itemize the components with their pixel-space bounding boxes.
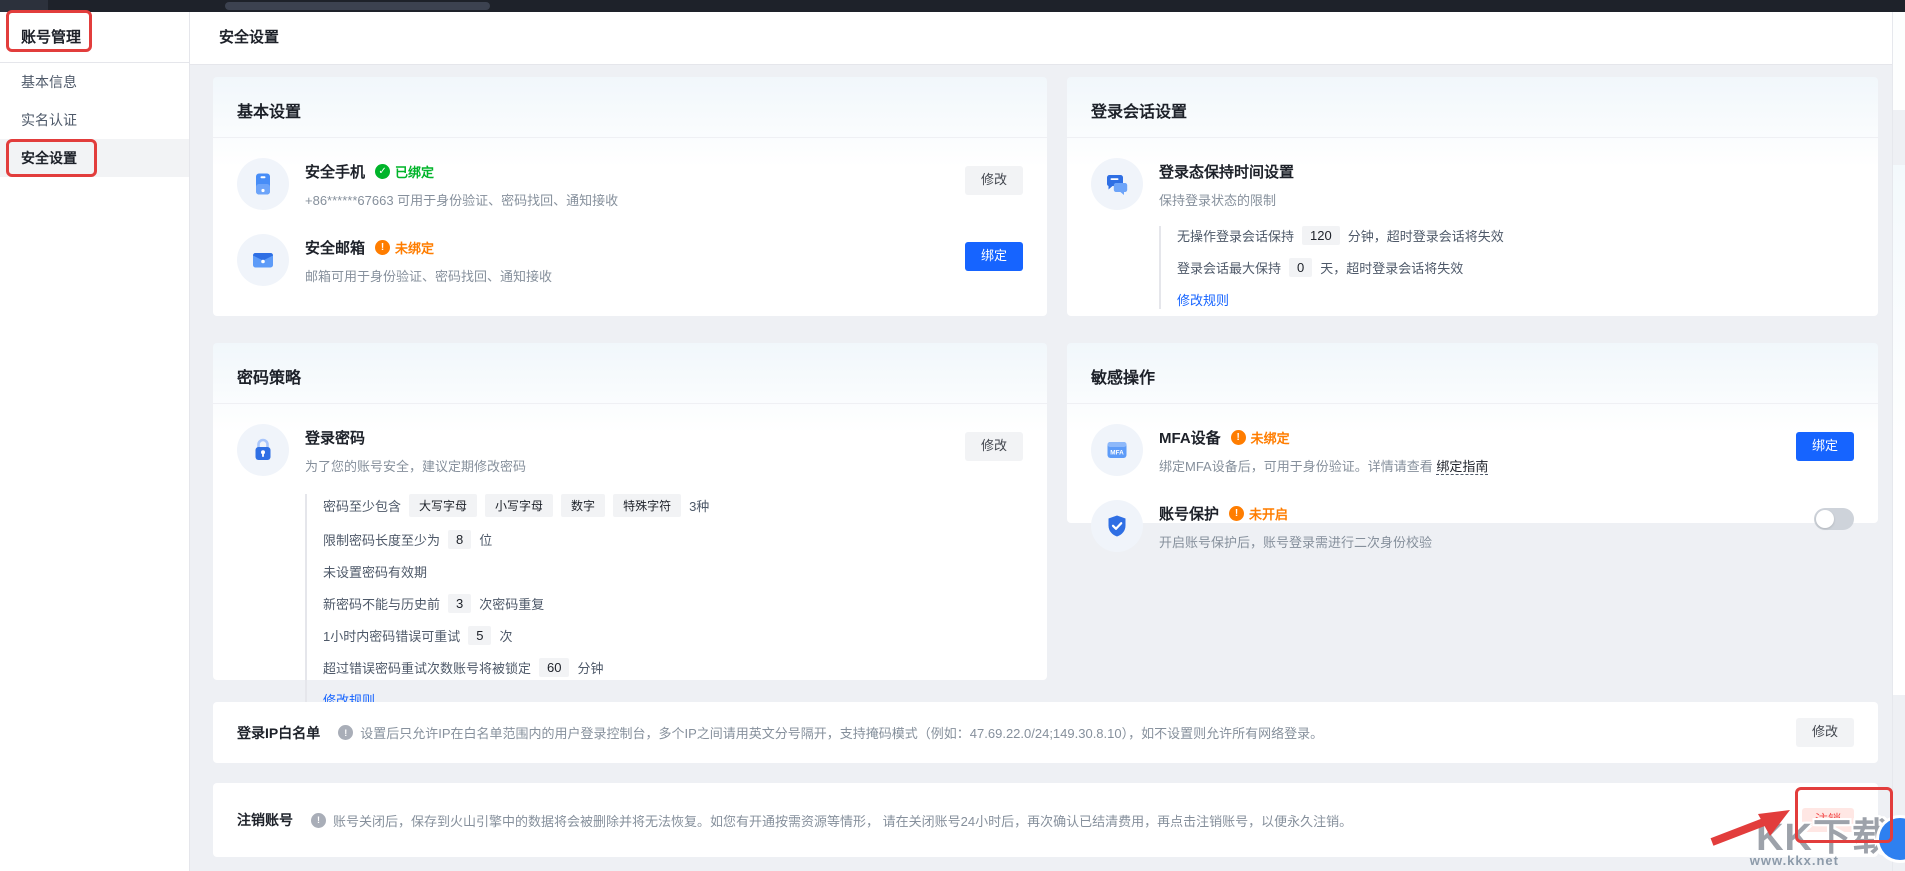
mfa-bind-button[interactable]: 绑定 bbox=[1796, 432, 1854, 461]
password-rules: 密码至少包含 大写字母 小写字母 数字 特殊字符 3种 限制密码长度至少为 8 … bbox=[305, 494, 1023, 709]
email-bind-button[interactable]: 绑定 bbox=[965, 242, 1023, 271]
sidebar-item-basic-info[interactable]: 基本信息 bbox=[0, 63, 189, 101]
session-idle-value: 120 bbox=[1302, 226, 1340, 245]
close-account-desc: ! 账号关闭后，保存到火山引擎中的数据将会被删除并将无法恢复。如您有开通按需资源… bbox=[311, 811, 1786, 830]
sidebar-item-realname-auth[interactable]: 实名认证 bbox=[0, 101, 189, 139]
browser-tab-sliver bbox=[0, 0, 48, 12]
password-lock-value: 60 bbox=[539, 658, 569, 677]
warn-circle-icon: ! bbox=[1229, 506, 1244, 521]
toggle-knob bbox=[1816, 510, 1834, 528]
row-session-keep: 登录态保持时间设置 保持登录状态的限制 bbox=[1091, 158, 1854, 210]
card-close-account: 注销账号 ! 账号关闭后，保存到火山引擎中的数据将会被删除并将无法恢复。如您有开… bbox=[213, 783, 1878, 857]
ip-modify-button[interactable]: 修改 bbox=[1796, 718, 1854, 747]
card-sensitive-operations: 敏感操作 MFA MFA设备 ! 未绑定 绑定MFA设备后，可用于身份验证。详情 bbox=[1067, 343, 1878, 523]
ip-whitelist-title: 登录IP白名单 bbox=[237, 723, 320, 743]
card-title-sensitive: 敏感操作 bbox=[1067, 343, 1878, 404]
row-security-email: 安全邮箱 ! 未绑定 邮箱可用于身份验证、密码找回、通知接收 绑定 bbox=[237, 234, 1023, 286]
password-history-value: 3 bbox=[448, 594, 471, 613]
row-mfa-device: MFA MFA设备 ! 未绑定 绑定MFA设备后，可用于身份验证。详情请查看 绑… bbox=[1091, 424, 1854, 476]
session-max-value: 0 bbox=[1289, 258, 1312, 277]
password-item-desc: 为了您的账号安全，建议定期修改密码 bbox=[305, 456, 965, 475]
sidebar-title: 账号管理 bbox=[0, 12, 189, 63]
svg-text:MFA: MFA bbox=[1110, 450, 1124, 457]
phone-desc: +86******67663 可用于身份验证、密码找回、通知接收 bbox=[305, 190, 965, 209]
protection-title: 账号保护 bbox=[1159, 503, 1219, 524]
chat-bubbles-icon bbox=[1091, 158, 1143, 210]
password-rule-history: 新密码不能与历史前 3 次密码重复 bbox=[323, 594, 1023, 613]
row-login-password: 登录密码 为了您的账号安全，建议定期修改密码 修改 bbox=[237, 424, 1023, 476]
mfa-device-icon: MFA bbox=[1091, 424, 1143, 476]
phone-status-badge: ✓ 已绑定 bbox=[375, 162, 434, 181]
mfa-desc: 绑定MFA设备后，可用于身份验证。详情请查看 绑定指南 bbox=[1159, 456, 1796, 475]
chip-digit: 数字 bbox=[561, 494, 605, 517]
ip-whitelist-desc: ! 设置后只允许IP在白名单范围内的用户登录控制台，多个IP之间请用英文分号隔开… bbox=[338, 723, 1780, 742]
phone-title: 安全手机 bbox=[305, 161, 365, 182]
card-title-basic: 基本设置 bbox=[213, 77, 1047, 138]
password-modify-button[interactable]: 修改 bbox=[965, 432, 1023, 461]
info-circle-icon: ! bbox=[338, 725, 353, 740]
check-circle-icon: ✓ bbox=[375, 164, 390, 179]
row-security-phone: 安全手机 ✓ 已绑定 +86******67663 可用于身份验证、密码找回、通… bbox=[237, 158, 1023, 210]
card-basic-settings: 基本设置 安全手机 ✓ 已绑定 +86******67663 可用于身份验证、密… bbox=[213, 77, 1047, 316]
sidebar: 账号管理 基本信息 实名认证 安全设置 bbox=[0, 12, 190, 871]
card-title-password: 密码策略 bbox=[213, 343, 1047, 404]
password-item-title: 登录密码 bbox=[305, 427, 365, 448]
scrollbar[interactable] bbox=[1892, 12, 1905, 871]
password-rule-expiry: 未设置密码有效期 bbox=[323, 562, 1023, 581]
warn-circle-icon: ! bbox=[1231, 430, 1246, 445]
mfa-guide-link[interactable]: 绑定指南 bbox=[1436, 459, 1488, 475]
session-item-desc: 保持登录状态的限制 bbox=[1159, 190, 1854, 209]
card-password-policy: 密码策略 登录密码 为了您的账号安全，建议定期修改密码 修改 密码至少包含 大写… bbox=[213, 343, 1047, 680]
session-rule-idle: 无操作登录会话保持 120 分钟，超时登录会话将失效 bbox=[1177, 226, 1854, 245]
chip-uppercase: 大写字母 bbox=[409, 494, 477, 517]
email-desc: 邮箱可用于身份验证、密码找回、通知接收 bbox=[305, 266, 965, 285]
card-ip-whitelist: 登录IP白名单 ! 设置后只允许IP在白名单范围内的用户登录控制台，多个IP之间… bbox=[213, 702, 1878, 763]
chip-lowercase: 小写字母 bbox=[485, 494, 553, 517]
card-login-session: 登录会话设置 登录态保持时间设置 保持登录状态的限制 无操作登录会话保持 120… bbox=[1067, 77, 1878, 316]
info-circle-icon: ! bbox=[311, 813, 326, 828]
card-title-session: 登录会话设置 bbox=[1067, 77, 1878, 138]
content-area: 基本设置 安全手机 ✓ 已绑定 +86******67663 可用于身份验证、密… bbox=[190, 65, 1905, 871]
browser-chrome-bar bbox=[0, 0, 1905, 12]
password-rule-lock: 超过错误密码重试次数账号将被锁定 60 分钟 bbox=[323, 658, 1023, 677]
protection-desc: 开启账号保护后，账号登录需进行二次身份校验 bbox=[1159, 532, 1814, 551]
password-rule-length: 限制密码长度至少为 8 位 bbox=[323, 530, 1023, 549]
sidebar-item-security-settings[interactable]: 安全设置 bbox=[0, 139, 189, 177]
protection-status-badge: ! 未开启 bbox=[1229, 504, 1288, 523]
session-modify-rules-link[interactable]: 修改规则 bbox=[1177, 290, 1229, 309]
lock-icon bbox=[237, 424, 289, 476]
session-item-title: 登录态保持时间设置 bbox=[1159, 161, 1294, 182]
mail-icon bbox=[237, 234, 289, 286]
email-status-badge: ! 未绑定 bbox=[375, 238, 434, 257]
session-rule-max: 登录会话最大保持 0 天，超时登录会话将失效 bbox=[1177, 258, 1854, 277]
page-header: 安全设置 bbox=[190, 12, 1905, 65]
sidebar-nav: 基本信息 实名认证 安全设置 bbox=[0, 63, 189, 177]
row-account-protection: 账号保护 ! 未开启 开启账号保护后，账号登录需进行二次身份校验 bbox=[1091, 500, 1854, 552]
shield-check-icon bbox=[1091, 500, 1143, 552]
page-title: 安全设置 bbox=[190, 12, 1905, 64]
session-rules: 无操作登录会话保持 120 分钟，超时登录会话将失效 登录会话最大保持 0 天，… bbox=[1159, 226, 1854, 309]
mfa-status-badge: ! 未绑定 bbox=[1231, 428, 1290, 447]
close-account-button[interactable]: 注销 bbox=[1802, 808, 1854, 833]
password-retry-value: 5 bbox=[468, 626, 491, 645]
chip-special: 特殊字符 bbox=[613, 494, 681, 517]
phone-modify-button[interactable]: 修改 bbox=[965, 166, 1023, 195]
warn-circle-icon: ! bbox=[375, 240, 390, 255]
password-rule-charsets: 密码至少包含 大写字母 小写字母 数字 特殊字符 3种 bbox=[323, 494, 1023, 517]
close-account-title: 注销账号 bbox=[237, 810, 293, 830]
phone-icon bbox=[237, 158, 289, 210]
email-title: 安全邮箱 bbox=[305, 237, 365, 258]
protection-toggle[interactable] bbox=[1814, 508, 1854, 530]
password-length-value: 8 bbox=[448, 530, 471, 549]
password-rule-retry: 1小时内密码错误可重试 5 次 bbox=[323, 626, 1023, 645]
address-bar-sliver bbox=[225, 2, 490, 10]
mfa-title: MFA设备 bbox=[1159, 427, 1221, 448]
